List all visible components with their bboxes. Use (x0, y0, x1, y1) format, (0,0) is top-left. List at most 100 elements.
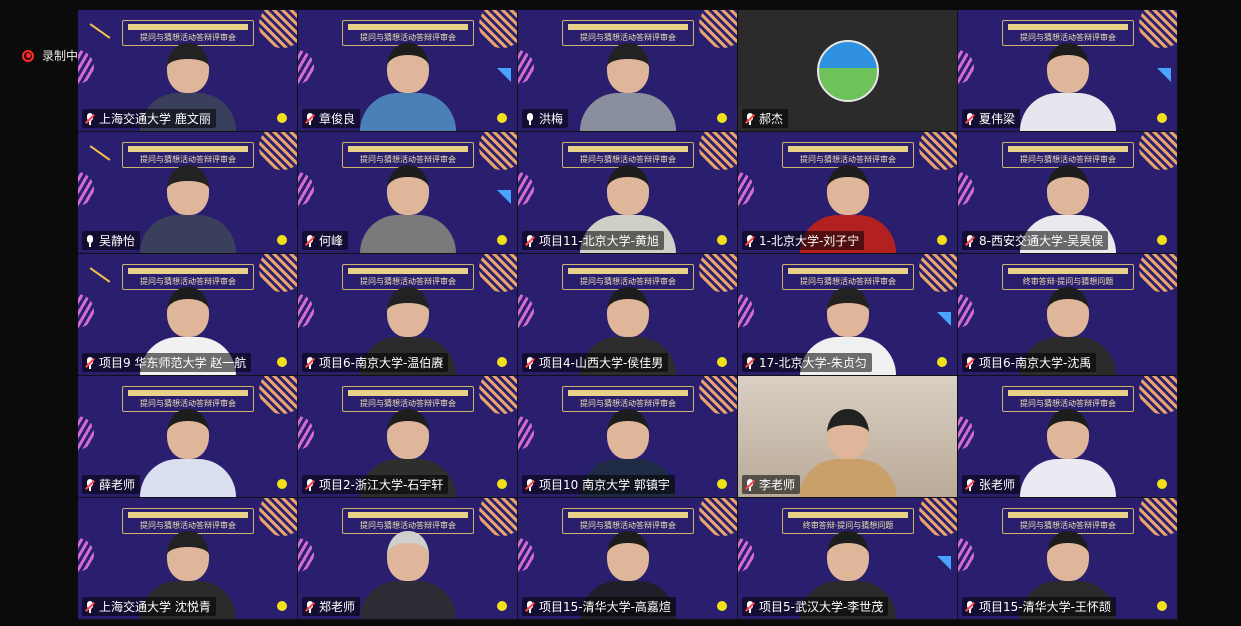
participant-tile[interactable]: 提问与猜想活动答辩评审会 章俊良 (298, 10, 518, 132)
status-dot (277, 479, 287, 489)
status-dot (717, 601, 727, 611)
decor-stripes (479, 376, 517, 414)
participant-name: 吴静怡 (99, 234, 136, 248)
status-dot (717, 479, 727, 489)
participant-name-tag: 项目15-清华大学-高嘉煊 (522, 597, 676, 616)
decor-triangle (937, 556, 951, 570)
decor-circle (78, 50, 94, 84)
participant-name-tag: 8-西安交通大学-吴昊俣 (962, 231, 1109, 250)
participant-video (1019, 39, 1116, 131)
decor-triangle (497, 190, 511, 204)
mic-muted-icon (965, 356, 975, 369)
participant-tile[interactable]: 提问与猜想活动答辩评审会 8-西安交通大学-吴昊俣 (958, 132, 1178, 254)
participant-tile[interactable]: 提问与猜想活动答辩评审会 项目2-浙江大学-石宇轩 (298, 376, 518, 498)
video-conference-window: 录制中 提问与猜想活动答辩评审会 上海交通大学 鹿文丽 提问与猜想活动答辩评审会… (0, 0, 1241, 626)
participant-name-tag: 项目6-南京大学-沈禹 (962, 353, 1097, 372)
decor-circle (298, 172, 314, 206)
participant-name: 项目10 南京大学 郭镇宇 (539, 478, 670, 492)
participant-name: 1-北京大学-刘子宁 (759, 234, 860, 248)
participant-tile[interactable]: 终审答辩·提问与猜想问题 项目6-南京大学-沈禹 (958, 254, 1178, 376)
participant-name: 李老师 (759, 478, 796, 492)
participant-name-tag: 项目15-清华大学-王怀颉 (962, 597, 1116, 616)
record-icon (22, 49, 34, 62)
mic-muted-icon (85, 356, 95, 369)
decor-triangle (1157, 68, 1171, 82)
decor-circle (958, 416, 974, 450)
participant-tile[interactable]: 提问与猜想活动答辩评审会 17-北京大学-朱贞匀 (738, 254, 958, 376)
mic-muted-icon (525, 478, 535, 491)
decor-stripes (699, 254, 737, 292)
status-dot (717, 113, 727, 123)
participant-name: 项目2-浙江大学-石宇轩 (319, 478, 444, 492)
participant-name-tag: 章俊良 (302, 109, 361, 128)
participant-tile[interactable]: 终审答辩·提问与猜想问题 项目5-武汉大学-李世茂 (738, 498, 958, 620)
decor-stripes (1139, 132, 1177, 170)
participant-name: 上海交通大学 鹿文丽 (99, 112, 211, 126)
decor-circle (958, 538, 974, 572)
mic-muted-icon (965, 112, 975, 125)
decor-stripes (1139, 498, 1177, 536)
decor-stripes (259, 132, 297, 170)
participant-name-tag: 郝杰 (742, 109, 789, 128)
mic-muted-icon (745, 600, 755, 613)
participant-tile[interactable]: 提问与猜想活动答辩评审会 1-北京大学-刘子宁 (738, 132, 958, 254)
participant-name-tag: 项目2-浙江大学-石宇轩 (302, 475, 449, 494)
decor-circle (298, 538, 314, 572)
participant-tile[interactable]: 提问与猜想活动答辩评审会 项目15-清华大学-王怀颉 (958, 498, 1178, 620)
participant-tile[interactable]: 郝杰 (738, 10, 958, 132)
decor-triangle (937, 312, 951, 326)
decor-circle (298, 294, 314, 328)
mic-muted-icon (85, 600, 95, 613)
mic-muted-icon (85, 478, 95, 491)
status-dot (937, 357, 947, 367)
decor-stripes (259, 254, 297, 292)
mic-muted-icon (745, 234, 755, 247)
participant-tile[interactable]: 提问与猜想活动答辩评审会 项目6-南京大学-温伯赓 (298, 254, 518, 376)
recording-indicator[interactable]: 录制中 (22, 47, 78, 64)
status-dot (277, 601, 287, 611)
participant-tile[interactable]: 提问与猜想活动答辩评审会 项目15-清华大学-高嘉煊 (518, 498, 738, 620)
decor-circle (298, 50, 314, 84)
participant-tile[interactable]: 提问与猜想活动答辩评审会 项目9 华东师范大学 赵一航 (78, 254, 298, 376)
participant-name-tag: 项目6-南京大学-温伯赓 (302, 353, 449, 372)
mic-muted-icon (305, 356, 315, 369)
participant-name-tag: 郑老师 (302, 597, 361, 616)
participant-name: 项目6-南京大学-沈禹 (979, 356, 1092, 370)
decor-stripes (1139, 254, 1177, 292)
participant-tile[interactable]: 提问与猜想活动答辩评审会 夏伟梁 (958, 10, 1178, 132)
participant-tile[interactable]: 提问与猜想活动答辩评审会 郑老师 (298, 498, 518, 620)
mic-muted-icon (85, 112, 95, 125)
participant-name-tag: 1-北京大学-刘子宁 (742, 231, 865, 250)
status-dot (1157, 479, 1167, 489)
participant-tile[interactable]: 提问与猜想活动答辩评审会 项目4-山西大学-侯佳男 (518, 254, 738, 376)
participant-tile[interactable]: 提问与猜想活动答辩评审会 项目11-北京大学-黄旭 (518, 132, 738, 254)
status-dot (497, 479, 507, 489)
decor-circle (78, 416, 94, 450)
participant-tile[interactable]: 提问与猜想活动答辩评审会 吴静怡 (78, 132, 298, 254)
participant-tile[interactable]: 提问与猜想活动答辩评审会 何峰 (298, 132, 518, 254)
decor-stripes (919, 498, 957, 536)
participant-tile[interactable]: 李老师 (738, 376, 958, 498)
participant-tile[interactable]: 提问与猜想活动答辩评审会 上海交通大学 沈悦青 (78, 498, 298, 620)
mic-muted-icon (745, 112, 755, 125)
participant-grid: 提问与猜想活动答辩评审会 上海交通大学 鹿文丽 提问与猜想活动答辩评审会 章俊良… (78, 10, 1178, 620)
participant-name: 项目11-北京大学-黄旭 (539, 234, 659, 248)
participant-name-tag: 项目5-武汉大学-李世茂 (742, 597, 889, 616)
participant-tile[interactable]: 提问与猜想活动答辩评审会 薛老师 (78, 376, 298, 498)
participant-name: 项目5-武汉大学-李世茂 (759, 600, 884, 614)
participant-name: 项目9 华东师范大学 赵一航 (99, 356, 247, 370)
participant-tile[interactable]: 提问与猜想活动答辩评审会 项目10 南京大学 郭镇宇 (518, 376, 738, 498)
participant-tile[interactable]: 提问与猜想活动答辩评审会 上海交通大学 鹿文丽 (78, 10, 298, 132)
participant-tile[interactable]: 提问与猜想活动答辩评审会 张老师 (958, 376, 1178, 498)
participant-name: 项目6-南京大学-温伯赓 (319, 356, 444, 370)
participant-name-tag: 项目10 南京大学 郭镇宇 (522, 475, 675, 494)
participant-name-tag: 项目11-北京大学-黄旭 (522, 231, 664, 250)
mic-muted-icon (525, 600, 535, 613)
participant-name-tag: 洪梅 (522, 109, 569, 128)
decor-stripes (259, 498, 297, 536)
mic-muted-icon (305, 600, 315, 613)
status-dot (1157, 113, 1167, 123)
participant-tile[interactable]: 提问与猜想活动答辩评审会 洪梅 (518, 10, 738, 132)
status-dot (497, 235, 507, 245)
status-dot (1157, 235, 1167, 245)
